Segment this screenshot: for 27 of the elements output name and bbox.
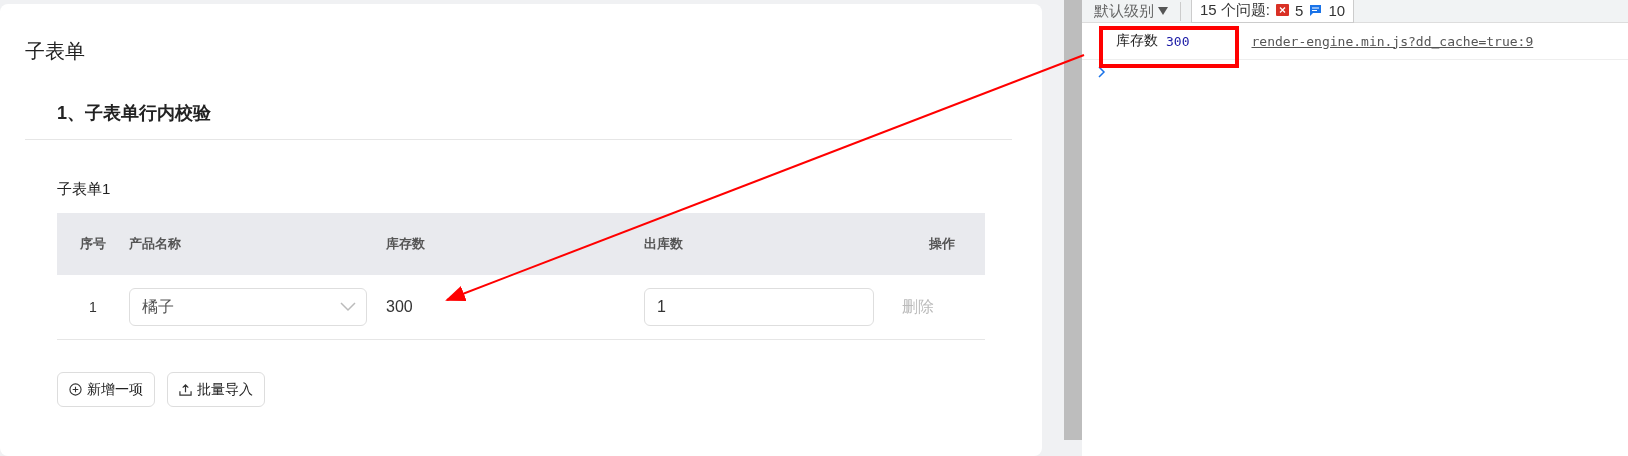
error-icon	[1276, 4, 1290, 17]
log-message: 库存数	[1116, 32, 1158, 50]
level-filter[interactable]: 默认级别	[1094, 1, 1181, 21]
column-header: 库存数	[386, 235, 426, 253]
scrollbar[interactable]	[1064, 0, 1082, 440]
source-link[interactable]: render-engine.min.js?dd_cache=true:9	[1251, 33, 1534, 49]
subform-label: 子表单1	[57, 180, 112, 199]
column-header: 产品名称	[129, 235, 182, 253]
message-icon	[1309, 4, 1323, 17]
section-title: 1、子表单行内校验	[25, 66, 1012, 140]
caret-down-icon	[1158, 7, 1168, 15]
upload-icon	[179, 383, 192, 396]
table-cell-text: 1	[88, 299, 98, 315]
add-item-button[interactable]: 新增一项	[57, 372, 155, 407]
issues-button[interactable]: 15 个问题: 5 10	[1191, 0, 1355, 23]
chevron-down-icon	[340, 302, 356, 312]
prompt-chevron-icon	[1098, 66, 1106, 78]
form-title: 子表单	[25, 39, 86, 64]
product-select[interactable]: 橘子	[129, 288, 367, 326]
plus-circle-icon	[69, 383, 82, 396]
table-cell-text: 300	[386, 298, 414, 316]
log-value: 300	[1166, 33, 1190, 49]
column-header: 出库数	[644, 235, 684, 253]
column-header: 序号	[79, 235, 107, 253]
column-header: 操作	[928, 235, 956, 253]
import-button[interactable]: 批量导入	[167, 372, 265, 407]
outbound-input[interactable]: 1	[644, 288, 874, 326]
